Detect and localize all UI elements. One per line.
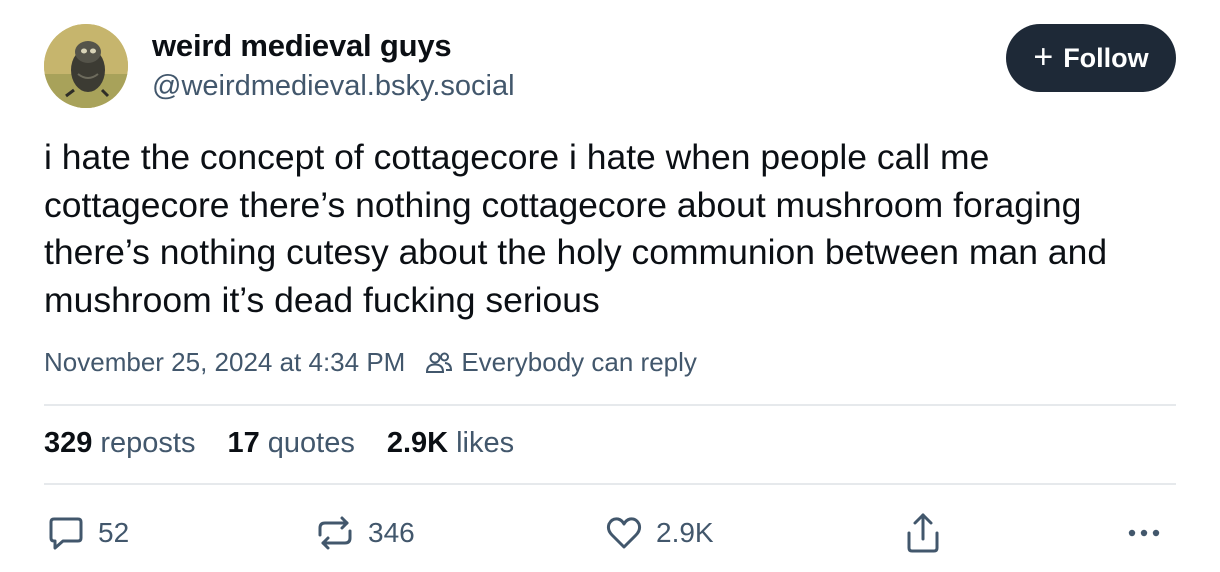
likes-count: 2.9K [386, 427, 449, 459]
author-display-name[interactable]: weird medieval guys [152, 28, 452, 64]
reposts-label: reposts [100, 427, 196, 459]
action-bar: 52 346 2.9K [0, 505, 1220, 561]
reply-setting[interactable]: Everybody can reply [461, 347, 697, 378]
plus-icon: + [1033, 37, 1054, 76]
repost-arrows-icon [318, 516, 352, 550]
avatar[interactable] [44, 24, 128, 108]
divider [44, 483, 1176, 485]
ellipsis-icon [1128, 529, 1160, 537]
follow-button-label: Follow [1063, 42, 1149, 73]
heart-icon [606, 517, 642, 549]
post-card: weird medieval guys @weirdmedieval.bsky.… [0, 0, 1220, 572]
quotes-label: quotes [267, 427, 355, 459]
post-timestamp[interactable]: November 25, 2024 at 4:34 PM [44, 347, 405, 378]
reposts-count: 329 [44, 427, 93, 459]
post-stats: 329 reposts 17 quotes 2.9K likes [44, 427, 514, 460]
post-text: i hate the concept of cottagecore i hate… [44, 137, 1108, 320]
author-handle[interactable]: @weirdmedieval.bsky.social [152, 70, 515, 103]
quotes-stat[interactable]: 17 quotes [228, 427, 355, 460]
share-icon [907, 513, 939, 553]
quotes-count: 17 [227, 427, 260, 459]
share-button[interactable] [903, 505, 943, 561]
post-meta: November 25, 2024 at 4:34 PM Everybody c… [44, 347, 697, 378]
people-icon [425, 350, 453, 376]
speech-bubble-icon [49, 517, 83, 550]
likes-stat[interactable]: 2.9K likes [387, 427, 514, 460]
repost-button[interactable]: 346 [314, 505, 415, 561]
divider [44, 404, 1176, 406]
more-options-button[interactable] [1124, 505, 1164, 561]
reposts-stat[interactable]: 329 reposts [44, 427, 196, 460]
repost-count: 346 [368, 517, 415, 548]
like-count: 2.9K [656, 517, 714, 548]
reply-count: 52 [98, 517, 130, 548]
reply-button[interactable]: 52 [46, 505, 129, 561]
likes-label: likes [456, 427, 515, 459]
follow-button[interactable]: + Follow [1006, 24, 1176, 92]
like-button[interactable]: 2.9K [604, 505, 714, 561]
avatar-image [44, 24, 128, 108]
